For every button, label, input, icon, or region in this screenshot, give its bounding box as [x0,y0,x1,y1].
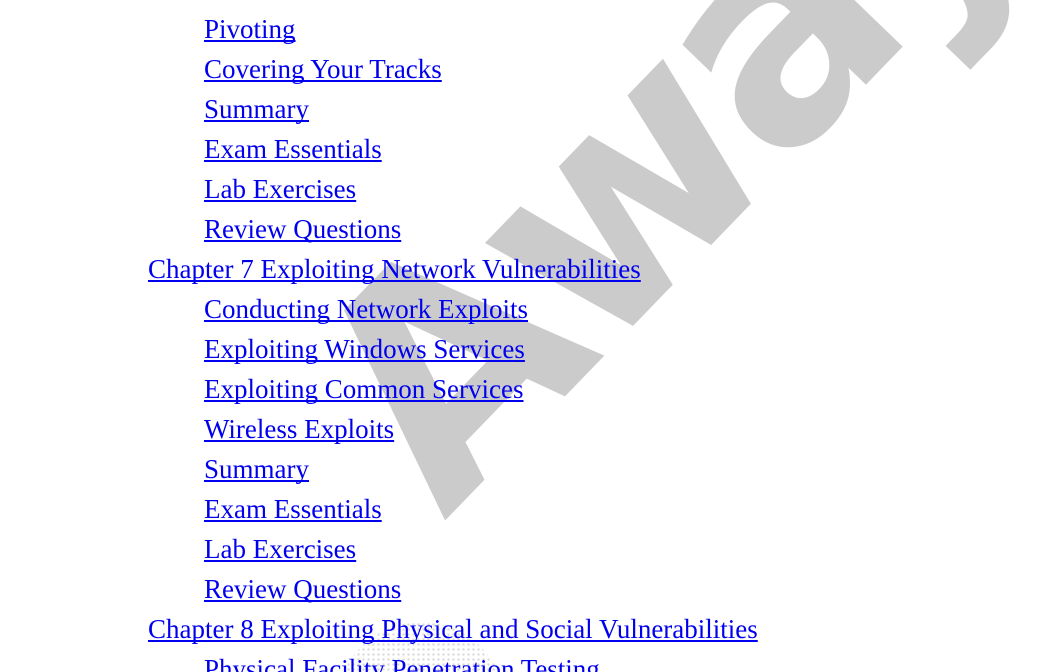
toc-section-link[interactable]: Review Questions [204,569,401,609]
toc-section-link[interactable]: Conducting Network Exploits [204,289,528,329]
document-page: Away Pivoting Covering Your Tracks Summary… [0,0,1046,672]
toc-section-link[interactable]: Wireless Exploits [204,409,394,449]
toc-section-link[interactable]: Summary [204,449,309,489]
toc-chapter-link[interactable]: Chapter 7 Exploiting Network Vulnerabili… [148,249,641,289]
toc-section-link[interactable]: Summary [204,89,309,129]
toc-section-link[interactable]: Pivoting [204,9,296,49]
toc-section-link[interactable]: Exploiting Common Services [204,369,523,409]
toc-section-link[interactable]: Lab Exercises [204,169,356,209]
toc-section-link[interactable]: Exploiting Windows Services [204,329,525,369]
toc-section-link[interactable]: Covering Your Tracks [204,49,442,89]
toc-section-link[interactable]: Review Questions [204,209,401,249]
table-of-contents: Pivoting Covering Your Tracks Summary Exam … [0,0,1046,672]
toc-section-link[interactable]: Lab Exercises [204,529,356,569]
toc-chapter-link[interactable]: Chapter 8 Exploiting Physical and Social… [148,609,758,649]
toc-section-link[interactable]: Physical Facility Penetration Testing [204,649,600,672]
toc-section-link[interactable]: Exam Essentials [204,129,382,169]
toc-section-link[interactable]: Exam Essentials [204,489,382,529]
